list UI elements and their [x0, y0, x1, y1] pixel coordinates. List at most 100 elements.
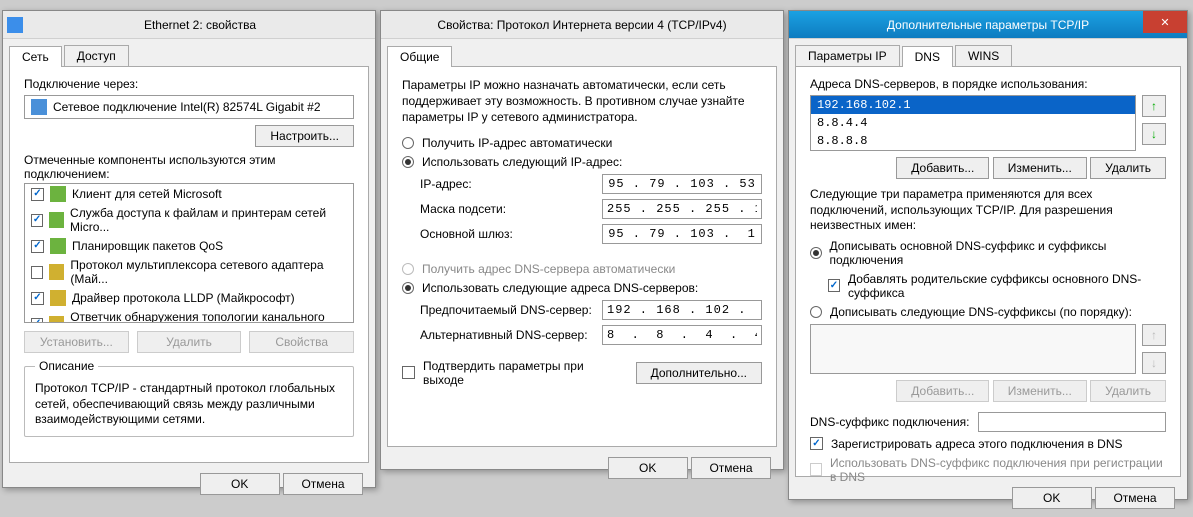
ok-button[interactable]: OK: [608, 457, 688, 479]
install-button: Установить...: [24, 331, 129, 353]
component-icon: [49, 212, 64, 228]
dns2-input[interactable]: [602, 325, 762, 345]
checkbox[interactable]: [31, 240, 44, 253]
list-item[interactable]: Драйвер протокола LLDP (Майкрософт): [25, 288, 353, 308]
window1-titlebar[interactable]: Ethernet 2: свойства: [3, 11, 375, 39]
component-icon: [50, 238, 66, 254]
checkbox-use-suffix: [810, 463, 822, 476]
dns-item[interactable]: 192.168.102.1: [811, 96, 1135, 114]
list-item[interactable]: Клиент для сетей Microsoft: [25, 184, 353, 204]
intro-text: Параметры IP можно назначать автоматичес…: [402, 77, 762, 126]
dns-server-list[interactable]: 192.168.102.1 8.8.4.4 8.8.8.8: [810, 95, 1136, 151]
adapter-icon: [31, 99, 47, 115]
list-item[interactable]: Протокол мультиплексора сетевого адаптер…: [25, 256, 353, 288]
gateway-input[interactable]: [602, 224, 762, 244]
checkbox[interactable]: [31, 188, 44, 201]
tab-ip-params[interactable]: Параметры IP: [795, 45, 900, 66]
add-dns-button[interactable]: Добавить...: [896, 157, 989, 179]
edit-dns-button[interactable]: Изменить...: [993, 157, 1087, 179]
ethernet-icon: [7, 17, 23, 33]
window3-titlebar[interactable]: Дополнительные параметры TCP/IP ✕: [789, 11, 1187, 39]
move-down-button[interactable]: ↓: [1142, 123, 1166, 145]
suffix-parent-label: Добавлять родительские суффиксы основног…: [848, 272, 1166, 300]
tab-access[interactable]: Доступ: [64, 45, 129, 66]
move-down-button: ↓: [1142, 352, 1166, 374]
dns1-label: Предпочитаемый DNS-сервер:: [420, 303, 594, 317]
gw-label: Основной шлюз:: [420, 227, 594, 241]
adapter-display: Сетевое подключение Intel(R) 82574L Giga…: [24, 95, 354, 119]
conn-suffix-label: DNS-суффикс подключения:: [810, 415, 970, 429]
list-item[interactable]: Служба доступа к файлам и принтерам сете…: [25, 204, 353, 236]
add-suffix-button: Добавить...: [896, 380, 989, 402]
checkbox-suffix-parent[interactable]: [828, 279, 840, 292]
edit-suffix-button: Изменить...: [993, 380, 1087, 402]
use-suffix-label: Использовать DNS-суффикс подключения при…: [830, 456, 1166, 484]
suffix-custom-label: Дописывать следующие DNS-суффиксы (по по…: [830, 305, 1132, 319]
dns-manual-label: Использовать следующие адреса DNS-сервер…: [422, 281, 698, 295]
components-label: Отмеченные компоненты используются этим …: [24, 153, 354, 181]
validate-checkbox[interactable]: [402, 366, 415, 379]
dns-list-label: Адреса DNS-серверов, в порядке использов…: [810, 77, 1166, 91]
dns-item[interactable]: 8.8.4.4: [811, 114, 1135, 132]
checkbox[interactable]: [31, 292, 44, 305]
validate-label: Подтвердить параметры при выходе: [423, 359, 628, 387]
move-up-button: ↑: [1142, 324, 1166, 346]
radio-dns-manual[interactable]: [402, 282, 414, 294]
dns-item[interactable]: 8.8.8.8: [811, 132, 1135, 150]
ip-auto-label: Получить IP-адрес автоматически: [422, 136, 612, 150]
checkbox-register[interactable]: [810, 437, 823, 450]
description-text: Протокол TCP/IP - стандартный протокол г…: [35, 381, 343, 428]
list-item[interactable]: Ответчик обнаружения топологии канальног…: [25, 308, 353, 323]
component-icon: [50, 186, 66, 202]
description-group: Описание Протокол TCP/IP - стандартный п…: [24, 359, 354, 437]
ip-input[interactable]: [602, 174, 762, 194]
tab-dns[interactable]: DNS: [902, 46, 953, 67]
dns1-input[interactable]: [602, 300, 762, 320]
delete-dns-button[interactable]: Удалить: [1090, 157, 1166, 179]
suffix-intro: Следующие три параметра применяются для …: [810, 187, 1166, 234]
window2-title: Свойства: Протокол Интернета версии 4 (T…: [385, 18, 779, 32]
delete-suffix-button: Удалить: [1090, 380, 1166, 402]
description-legend: Описание: [35, 359, 98, 373]
list-item[interactable]: Планировщик пакетов QoS: [25, 236, 353, 256]
mask-label: Маска подсети:: [420, 202, 594, 216]
component-icon: [50, 290, 66, 306]
checkbox[interactable]: [31, 266, 43, 279]
cancel-button[interactable]: Отмена: [283, 473, 363, 495]
components-list[interactable]: Клиент для сетей Microsoft Служба доступ…: [24, 183, 354, 323]
cancel-button[interactable]: Отмена: [691, 457, 771, 479]
connect-via-label: Подключение через:: [24, 77, 354, 91]
radio-ip-auto[interactable]: [402, 137, 414, 149]
radio-dns-auto: [402, 263, 414, 275]
conn-suffix-input[interactable]: [978, 412, 1167, 432]
window2-titlebar[interactable]: Свойства: Протокол Интернета версии 4 (T…: [381, 11, 783, 39]
checkbox[interactable]: [31, 214, 43, 227]
component-icon: [49, 316, 64, 323]
component-icon: [49, 264, 64, 280]
dns-auto-label: Получить адрес DNS-сервера автоматически: [422, 262, 675, 276]
register-label: Зарегистрировать адреса этого подключени…: [831, 437, 1123, 451]
tab-network[interactable]: Сеть: [9, 46, 62, 67]
mask-input[interactable]: [602, 199, 762, 219]
ok-button[interactable]: OK: [200, 473, 280, 495]
configure-button[interactable]: Настроить...: [255, 125, 354, 147]
ip-label: IP-адрес:: [420, 177, 594, 191]
window1-title: Ethernet 2: свойства: [29, 18, 371, 32]
close-button[interactable]: ✕: [1143, 11, 1187, 33]
suffix-primary-label: Дописывать основной DNS-суффикс и суффик…: [830, 239, 1167, 267]
move-up-button[interactable]: ↑: [1142, 95, 1166, 117]
properties-button: Свойства: [249, 331, 354, 353]
tab-general[interactable]: Общие: [387, 46, 452, 67]
adapter-name: Сетевое подключение Intel(R) 82574L Giga…: [53, 100, 321, 114]
radio-suffix-primary[interactable]: [810, 247, 822, 259]
tab-wins[interactable]: WINS: [955, 45, 1012, 66]
ok-button[interactable]: OK: [1012, 487, 1092, 509]
advanced-button[interactable]: Дополнительно...: [636, 362, 762, 384]
radio-ip-manual[interactable]: [402, 156, 414, 168]
cancel-button[interactable]: Отмена: [1095, 487, 1175, 509]
checkbox[interactable]: [31, 318, 43, 324]
suffix-list: [810, 324, 1136, 374]
remove-button: Удалить: [137, 331, 242, 353]
radio-suffix-custom[interactable]: [810, 306, 822, 318]
dns2-label: Альтернативный DNS-сервер:: [420, 328, 594, 342]
